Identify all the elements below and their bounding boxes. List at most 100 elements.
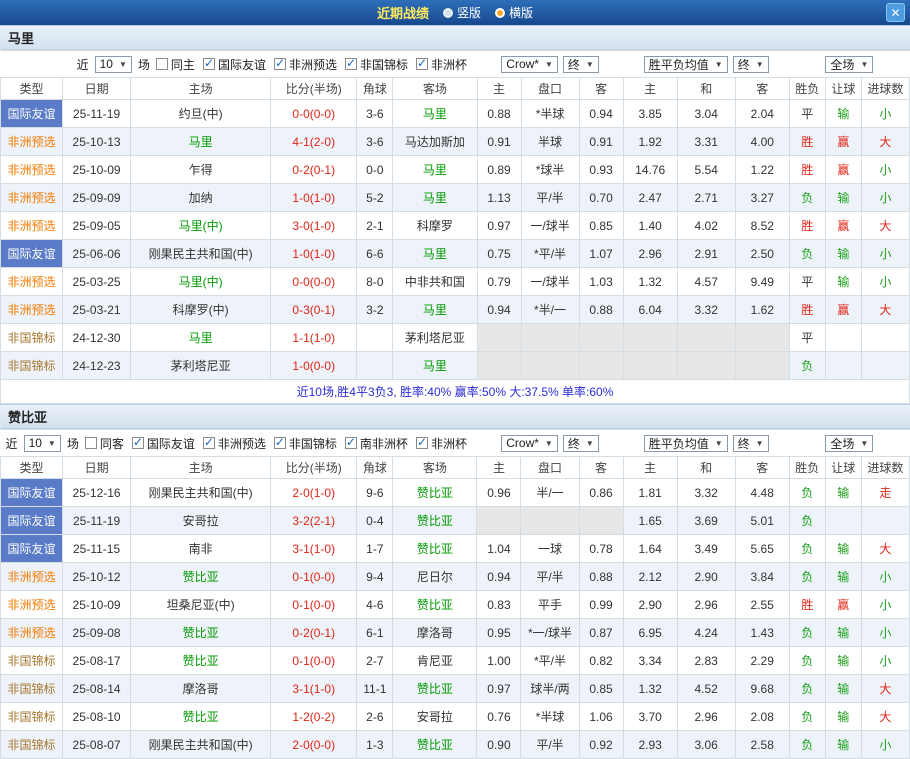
same-side-filter[interactable]: 同客 bbox=[85, 435, 124, 452]
handicap-line-cell: *平/半 bbox=[521, 647, 579, 675]
away-team-cell: 肯尼亚 bbox=[393, 647, 477, 675]
competition-filter[interactable]: 南非洲杯 bbox=[345, 435, 408, 452]
home-win-odds-cell: 2.47 bbox=[623, 184, 677, 212]
checkbox-checked-icon bbox=[345, 437, 357, 449]
avg-odds-dropdown[interactable]: 胜平负均值▼ bbox=[644, 56, 728, 73]
home-team-cell: 赞比亚 bbox=[131, 647, 271, 675]
handicap-home-odds-cell: 0.97 bbox=[477, 212, 521, 240]
competition-filter[interactable]: 非洲杯 bbox=[416, 56, 467, 73]
match-count-dropdown[interactable]: 10▼ bbox=[24, 435, 61, 452]
date-cell: 25-06-06 bbox=[63, 240, 131, 268]
handicap-line-cell: *平/半 bbox=[521, 240, 579, 268]
home-win-odds-cell: 1.32 bbox=[623, 268, 677, 296]
layout-radio-vertical[interactable]: 竖版 bbox=[443, 4, 481, 21]
handicap-away-odds-cell: 1.07 bbox=[579, 240, 623, 268]
corners-cell: 1-7 bbox=[357, 535, 393, 563]
handicap-home-odds-cell: 1.04 bbox=[477, 535, 521, 563]
draw-odds-cell: 4.24 bbox=[677, 619, 735, 647]
competition-filter[interactable]: 非洲杯 bbox=[416, 435, 467, 452]
final-odds-dropdown[interactable]: 终▼ bbox=[733, 435, 769, 452]
bookmaker-dropdown[interactable]: Crow*▼ bbox=[501, 56, 558, 73]
handicap-home-odds-cell: 0.75 bbox=[477, 240, 521, 268]
handicap-away-odds-cell: 0.86 bbox=[579, 479, 623, 507]
col-header-corners: 角球 bbox=[357, 78, 393, 100]
handicap-home-odds-cell: 1.00 bbox=[477, 647, 521, 675]
away-team-cell: 安哥拉 bbox=[393, 703, 477, 731]
final-odds-dropdown[interactable]: 终▼ bbox=[563, 435, 599, 452]
scope-dropdown[interactable]: 全场▼ bbox=[825, 56, 873, 73]
goals-result-cell: 小 bbox=[861, 619, 909, 647]
handicap-result-cell: 赢 bbox=[825, 296, 861, 324]
away-team-cell: 赞比亚 bbox=[393, 507, 477, 535]
checkbox-label: 非洲预选 bbox=[289, 56, 337, 73]
match-count-dropdown[interactable]: 10▼ bbox=[95, 56, 132, 73]
corners-cell: 2-7 bbox=[357, 647, 393, 675]
corners-cell: 1-3 bbox=[357, 731, 393, 759]
handicap-result-cell: 输 bbox=[825, 184, 861, 212]
away-win-odds-cell: 9.68 bbox=[735, 675, 789, 703]
home-win-odds-cell: 1.65 bbox=[623, 507, 677, 535]
home-team-cell: 刚果民主共和国(中) bbox=[131, 240, 271, 268]
away-win-odds-cell: 3.27 bbox=[735, 184, 789, 212]
corners-cell: 9-4 bbox=[357, 563, 393, 591]
result-cell: 负 bbox=[789, 647, 825, 675]
avg-odds-dropdown[interactable]: 胜平负均值▼ bbox=[644, 435, 728, 452]
corners-cell: 0-0 bbox=[357, 156, 393, 184]
draw-odds-cell: 3.06 bbox=[677, 731, 735, 759]
match-row: 非洲预选25-09-08赞比亚0-2(0-1)6-1摩洛哥0.95*一/球半0.… bbox=[1, 619, 910, 647]
score-cell: 0-2(0-1) bbox=[271, 156, 357, 184]
draw-odds-cell: 3.32 bbox=[677, 479, 735, 507]
competition-filter[interactable]: 非洲预选 bbox=[203, 435, 266, 452]
col-header-handicap-away: 客 bbox=[579, 457, 623, 479]
home-win-odds-cell: 3.34 bbox=[623, 647, 677, 675]
checkbox-label: 南非洲杯 bbox=[360, 435, 408, 452]
handicap-home-odds-cell: 0.90 bbox=[477, 731, 521, 759]
col-header-goals: 进球数 bbox=[861, 457, 909, 479]
layout-radio-horizontal[interactable]: 横版 bbox=[495, 4, 533, 21]
checkbox-label: 非国锦标 bbox=[289, 435, 337, 452]
home-win-odds-cell: 2.12 bbox=[623, 563, 677, 591]
handicap-away-odds-cell: 0.93 bbox=[579, 156, 623, 184]
type-cell: 非国锦标 bbox=[1, 703, 63, 731]
competition-filter[interactable]: 非国锦标 bbox=[345, 56, 408, 73]
filter-row: 近 10▼ 场 同客国际友谊非洲预选非国锦标南非洲杯非洲杯 Crow*▼ 终▼ … bbox=[1, 430, 910, 457]
home-win-odds-cell: 14.76 bbox=[623, 156, 677, 184]
result-cell: 胜 bbox=[789, 128, 825, 156]
type-cell: 国际友谊 bbox=[1, 535, 63, 563]
scope-dropdown[interactable]: 全场▼ bbox=[825, 435, 873, 452]
match-row: 国际友谊25-06-06刚果民主共和国(中)1-0(1-0)6-6马里0.75*… bbox=[1, 240, 910, 268]
competition-filter[interactable]: 国际友谊 bbox=[203, 56, 266, 73]
competition-filter[interactable]: 非国锦标 bbox=[274, 435, 337, 452]
draw-odds-cell: 2.96 bbox=[677, 703, 735, 731]
col-header-type: 类型 bbox=[1, 78, 63, 100]
col-header-date: 日期 bbox=[63, 78, 131, 100]
close-button[interactable]: ✕ bbox=[886, 3, 905, 22]
handicap-result-cell: 输 bbox=[825, 535, 861, 563]
competition-filter[interactable]: 国际友谊 bbox=[132, 435, 195, 452]
competition-filter[interactable]: 非洲预选 bbox=[274, 56, 337, 73]
bookmaker-dropdown[interactable]: Crow*▼ bbox=[501, 435, 558, 452]
away-win-odds-cell bbox=[735, 324, 789, 352]
handicap-home-odds-cell bbox=[477, 507, 521, 535]
type-cell: 非洲预选 bbox=[1, 184, 63, 212]
match-row: 非国锦标25-08-10赞比亚1-2(0-2)2-6安哥拉0.76*半球1.06… bbox=[1, 703, 910, 731]
date-cell: 25-08-17 bbox=[63, 647, 131, 675]
goals-result-cell: 小 bbox=[861, 156, 909, 184]
date-cell: 25-10-09 bbox=[63, 591, 131, 619]
final-odds-dropdown[interactable]: 终▼ bbox=[563, 56, 599, 73]
same-side-filter[interactable]: 同主 bbox=[156, 56, 195, 73]
type-cell: 非洲预选 bbox=[1, 128, 63, 156]
away-win-odds-cell: 5.01 bbox=[735, 507, 789, 535]
away-team-cell: 赞比亚 bbox=[393, 479, 477, 507]
away-team-cell: 尼日尔 bbox=[393, 563, 477, 591]
handicap-home-odds-cell: 0.89 bbox=[477, 156, 521, 184]
draw-odds-cell: 3.32 bbox=[677, 296, 735, 324]
home-team-cell: 马里(中) bbox=[131, 268, 271, 296]
date-cell: 25-08-10 bbox=[63, 703, 131, 731]
match-row: 非国锦标24-12-23茅利塔尼亚1-0(0-0)马里负 bbox=[1, 352, 910, 380]
result-cell: 胜 bbox=[789, 212, 825, 240]
date-cell: 25-10-13 bbox=[63, 128, 131, 156]
recent-matches-filter: 近 10▼ 场 同主国际友谊非洲预选非国锦标非洲杯 bbox=[1, 56, 478, 73]
home-team-cell: 马里 bbox=[131, 324, 271, 352]
final-odds-dropdown[interactable]: 终▼ bbox=[733, 56, 769, 73]
